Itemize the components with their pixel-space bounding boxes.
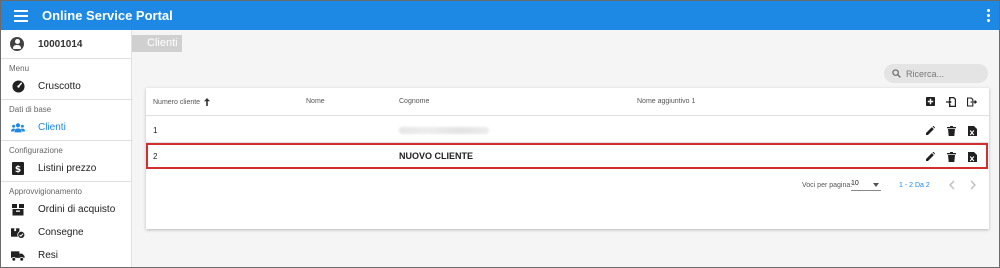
edit-icon[interactable]: [925, 151, 935, 162]
dashboard-icon: [11, 80, 25, 94]
account-circle-icon: [10, 37, 24, 51]
header-nome[interactable]: Nome: [306, 98, 325, 105]
search-icon: [892, 69, 901, 78]
sidebar-item-label: Clienti: [38, 122, 66, 133]
section-label-configurazione: Configurazione: [9, 146, 63, 155]
divider: [1, 181, 131, 182]
app-window: Online Service Portal 10001014 Menu Crus…: [0, 0, 1000, 268]
people-icon: [11, 121, 25, 135]
per-page-label: Voci per pagina:: [802, 182, 853, 189]
dropdown-caret-icon: [873, 183, 879, 187]
clients-table-card: Numero cliente Nome Cognome Nome aggiunt…: [146, 88, 989, 229]
sidebar-item-label: Ordini di acquisto: [38, 204, 116, 215]
truck-icon: [11, 249, 25, 263]
header-numero-cliente[interactable]: Numero cliente: [153, 98, 211, 106]
divider: [1, 140, 131, 141]
section-label-approvvigionamento: Approvvigionamento: [9, 187, 82, 196]
cell-numero-cliente: 1: [153, 126, 158, 135]
page-title: Clienti: [132, 35, 182, 52]
excel-export-icon[interactable]: [967, 125, 977, 136]
sidebar-item-label: Listini prezzo: [38, 163, 97, 174]
sidebar-item-label: Consegne: [38, 227, 84, 238]
table-row[interactable]: 1: [146, 117, 989, 143]
next-page-icon[interactable]: [969, 180, 979, 190]
export-icon[interactable]: [967, 96, 977, 107]
user-id: 10001014: [38, 38, 83, 50]
previous-page-icon[interactable]: [948, 180, 958, 190]
table-pagination: Voci per pagina: 10 1 - 2 Da 2: [146, 172, 989, 198]
sidebar-item-cruscotto[interactable]: Cruscotto: [1, 75, 131, 98]
main-content: Clienti Ricerca... Numero cliente Nome C…: [132, 30, 999, 267]
svg-text:$: $: [15, 165, 21, 175]
section-label-menu: Menu: [9, 64, 30, 73]
user-account[interactable]: 10001014: [1, 30, 131, 59]
sort-ascending-icon: [204, 98, 211, 106]
delete-icon[interactable]: [946, 125, 956, 136]
cell-cognome: NUOVO CLIENTE: [399, 151, 474, 161]
header-cognome[interactable]: Cognome: [399, 98, 429, 105]
search-input[interactable]: Ricerca...: [884, 64, 988, 83]
table-header: Numero cliente Nome Cognome Nome aggiunt…: [146, 88, 989, 116]
header-label: Numero cliente: [153, 98, 201, 106]
sidebar-item-ordini-di-acquisto[interactable]: Ordini di acquisto: [1, 198, 131, 221]
edit-icon[interactable]: [925, 125, 935, 136]
price-list-icon: $: [11, 162, 25, 176]
per-page-value: 10: [851, 180, 859, 187]
sidebar-item-clienti[interactable]: Clienti: [1, 116, 131, 139]
page-range: 1 - 2 Da 2: [899, 182, 930, 189]
sidebar: 10001014 Menu Cruscotto Dati di base Cli…: [1, 30, 132, 267]
delivery-check-icon: [11, 226, 25, 240]
delete-icon[interactable]: [946, 151, 956, 162]
table-row-highlighted[interactable]: 2 NUOVO CLIENTE: [146, 143, 988, 169]
redacted-surname: [399, 127, 489, 136]
import-icon[interactable]: [946, 96, 956, 107]
app-title: Online Service Portal: [42, 8, 173, 23]
header-nome-aggiuntivo[interactable]: Nome aggiuntivo 1: [637, 98, 695, 105]
cell-numero-cliente: 2: [153, 152, 158, 161]
more-options-icon[interactable]: [985, 9, 991, 22]
search-placeholder: Ricerca...: [906, 68, 945, 79]
per-page-select[interactable]: 10: [851, 179, 881, 191]
sidebar-item-resi[interactable]: Resi: [1, 244, 131, 267]
sidebar-item-consegne[interactable]: Consegne: [1, 221, 131, 244]
box-icon: [11, 203, 25, 217]
app-bar: Online Service Portal: [1, 1, 999, 30]
sidebar-item-listini-prezzo[interactable]: $ Listini prezzo: [1, 157, 131, 180]
excel-export-icon[interactable]: [967, 151, 977, 162]
sidebar-item-label: Cruscotto: [38, 81, 81, 92]
hamburger-menu-icon[interactable]: [14, 9, 28, 22]
sidebar-item-label: Resi: [38, 250, 59, 261]
section-label-dati-di-base: Dati di base: [9, 105, 52, 114]
add-icon[interactable]: [925, 96, 935, 107]
divider: [1, 99, 131, 100]
